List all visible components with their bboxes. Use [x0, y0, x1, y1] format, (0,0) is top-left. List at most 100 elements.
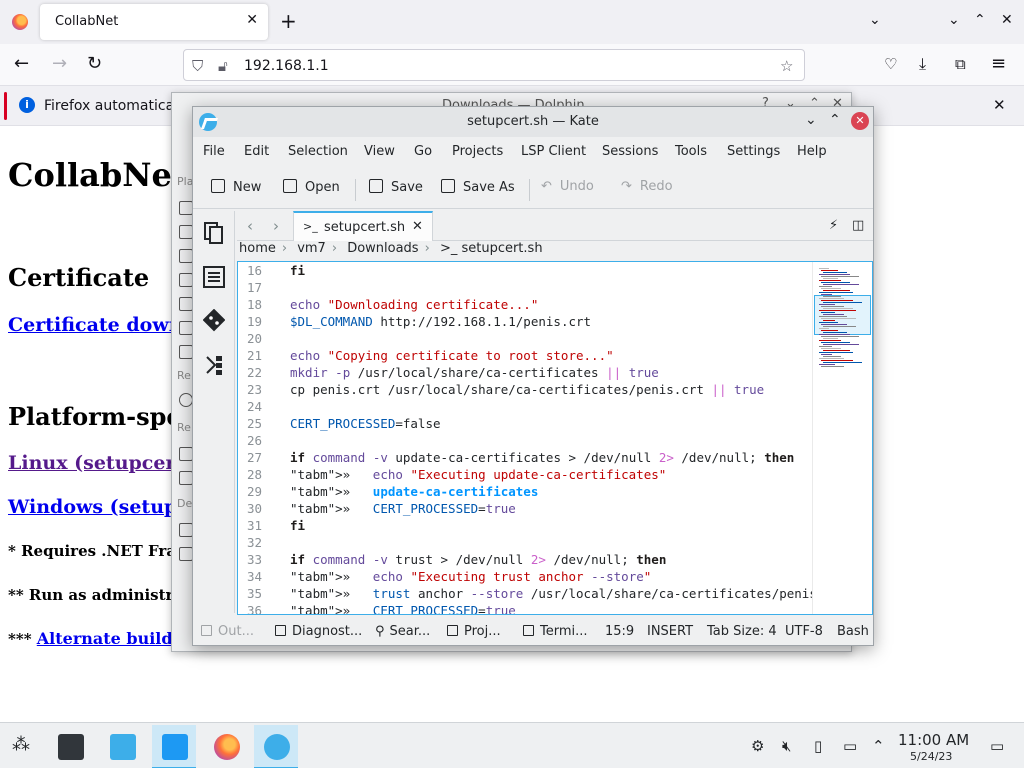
- new-tab-plus-icon[interactable]: +: [280, 10, 297, 32]
- windows-link[interactable]: Windows (setupc: [8, 496, 189, 518]
- pocket-icon[interactable]: ♡: [884, 54, 897, 74]
- save-as-button[interactable]: Save As: [441, 179, 515, 195]
- code-text[interactable]: CERT_PROCESSED=false: [290, 415, 441, 432]
- output-panel-button[interactable]: Out...: [201, 624, 254, 639]
- tray-expand-icon[interactable]: ⌃: [872, 737, 885, 755]
- code-line[interactable]: 25 CERT_PROCESSED=false: [238, 415, 814, 432]
- clipboard-icon[interactable]: ▭: [843, 737, 857, 755]
- code-text[interactable]: if command -v update-ca-certificates > /…: [290, 449, 794, 466]
- downloads-icon[interactable]: [179, 249, 193, 263]
- breadcrumb-downloads[interactable]: Downloads: [347, 241, 418, 256]
- menu-go[interactable]: Go: [414, 144, 432, 159]
- minimap-viewport[interactable]: [814, 295, 871, 335]
- code-line[interactable]: 28 "tabm">» echo "Executing update-ca-cer…: [238, 466, 814, 483]
- chevron-left-icon[interactable]: ‹: [247, 217, 253, 235]
- code-line[interactable]: 17: [238, 279, 814, 296]
- system-settings-task[interactable]: [48, 725, 92, 768]
- dolphin-task[interactable]: [152, 725, 196, 768]
- kate-task[interactable]: [254, 725, 298, 768]
- linux-link[interactable]: Linux (setupcert.: [8, 452, 191, 474]
- code-text[interactable]: echo "Downloading certificate...": [290, 296, 538, 313]
- breadcrumb-vm7[interactable]: vm7: [297, 241, 326, 256]
- code-editor[interactable]: 16 fi 17 18 echo "Downloading certificate...…: [237, 261, 873, 615]
- diagnostics-panel-button[interactable]: Diagnost...: [275, 624, 362, 639]
- menu-lsp-client[interactable]: LSP Client: [521, 144, 586, 159]
- search-panel-button[interactable]: ⚲ Sear...: [375, 624, 430, 639]
- trash-icon[interactable]: [179, 345, 193, 359]
- network-icon[interactable]: [179, 393, 193, 407]
- code-text[interactable]: $DL_COMMAND http://192.168.1.1/penis.crt: [290, 313, 591, 330]
- downloads-icon[interactable]: ⤓: [919, 54, 926, 74]
- clock-date[interactable]: 5/24/23: [910, 750, 952, 763]
- save-button[interactable]: Save: [369, 179, 423, 195]
- recent-files-icon[interactable]: [179, 447, 193, 461]
- code-text[interactable]: fi: [290, 517, 305, 534]
- code-text[interactable]: if command -v trust > /dev/null 2> /dev/…: [290, 551, 666, 568]
- cursor-position[interactable]: 15:9: [605, 624, 634, 639]
- code-text[interactable]: cp penis.crt /usr/local/share/ca-certifi…: [290, 381, 764, 398]
- code-line[interactable]: 21 echo "Copying certificate to root stor…: [238, 347, 814, 364]
- device-icon[interactable]: [179, 523, 193, 537]
- extensions-icon[interactable]: ⧉: [955, 54, 966, 74]
- menu-help[interactable]: Help: [797, 144, 827, 159]
- input-mode[interactable]: INSERT: [647, 624, 693, 639]
- code-line[interactable]: 26: [238, 432, 814, 449]
- encoding[interactable]: UTF-8: [785, 624, 823, 639]
- videos-icon[interactable]: [179, 321, 193, 335]
- menu-edit[interactable]: Edit: [244, 144, 269, 159]
- lock-insecure-icon[interactable]: 🔓︎: [218, 57, 228, 75]
- menu-view[interactable]: View: [364, 144, 395, 159]
- bookmark-star-icon[interactable]: ☆: [780, 57, 793, 75]
- menu-hamburger-icon[interactable]: ≡: [991, 54, 1006, 74]
- code-line[interactable]: 33 if command -v trust > /dev/null 2> /de…: [238, 551, 814, 568]
- close-icon[interactable]: ✕: [851, 112, 869, 130]
- back-arrow-icon[interactable]: ←: [14, 54, 29, 74]
- url-bar[interactable]: ⛉ 🔓︎ 192.168.1.1 ☆: [183, 49, 805, 81]
- menu-projects[interactable]: Projects: [452, 144, 503, 159]
- chevron-right-icon[interactable]: ›: [273, 217, 279, 235]
- code-line[interactable]: 27 if command -v update-ca-certificates >…: [238, 449, 814, 466]
- code-text[interactable]: "tabm">» trust anchor --store /usr/local…: [290, 585, 847, 602]
- window-minimize-icon[interactable]: ⌄: [948, 12, 960, 28]
- close-icon[interactable]: ✕: [246, 12, 258, 28]
- maximize-icon[interactable]: ⌃: [829, 112, 841, 128]
- code-line[interactable]: 34 "tabm">» echo "Executing trust anchor …: [238, 568, 814, 585]
- reload-icon[interactable]: ↻: [87, 54, 102, 74]
- menu-sessions[interactable]: Sessions: [602, 144, 658, 159]
- recent-locations-icon[interactable]: [179, 471, 193, 485]
- new-button[interactable]: New: [211, 179, 261, 195]
- code-line[interactable]: 20: [238, 330, 814, 347]
- undo-button[interactable]: ↶ Undo: [541, 179, 594, 194]
- breadcrumb-home[interactable]: home: [239, 241, 276, 256]
- desktop-icon[interactable]: [179, 225, 193, 239]
- volume-muted-icon[interactable]: 🔇︎: [782, 737, 791, 755]
- code-line[interactable]: 16 fi: [238, 262, 814, 279]
- code-line[interactable]: 30 "tabm">» CERT_PROCESSED=true: [238, 500, 814, 517]
- code-text[interactable]: fi: [290, 262, 305, 279]
- git-icon[interactable]: [203, 309, 225, 333]
- discover-task[interactable]: [100, 725, 144, 768]
- network-manager-icon[interactable]: ⚙: [751, 737, 764, 755]
- code-line[interactable]: 32: [238, 534, 814, 551]
- code-text[interactable]: echo "Copying certificate to root store.…: [290, 347, 614, 364]
- minimize-icon[interactable]: ⌄: [805, 112, 817, 128]
- window-close-icon[interactable]: ✕: [1001, 12, 1013, 28]
- close-icon[interactable]: ✕: [412, 219, 423, 234]
- project-tree-icon[interactable]: [203, 353, 225, 377]
- window-maximize-icon[interactable]: ⌃: [974, 12, 986, 28]
- code-line[interactable]: 31 fi: [238, 517, 814, 534]
- list-tabs-chevron-icon[interactable]: ⌄: [869, 12, 881, 28]
- tab-size[interactable]: Tab Size: 4: [707, 624, 777, 639]
- code-line[interactable]: 23 cp penis.crt /usr/local/share/ca-certi…: [238, 381, 814, 398]
- certificate-download-link[interactable]: Certificate downl: [8, 314, 190, 336]
- kate-window[interactable]: setupcert.sh — Kate ⌄ ⌃ ✕ File Edit Sele…: [192, 106, 874, 646]
- code-line[interactable]: 19 $DL_COMMAND http://192.168.1.1/penis.c…: [238, 313, 814, 330]
- syntax-mode[interactable]: Bash: [837, 624, 869, 639]
- kate-titlebar[interactable]: setupcert.sh — Kate ⌄ ⌃ ✕: [193, 107, 873, 137]
- code-line[interactable]: 22 mkdir -p /usr/local/share/ca-certifica…: [238, 364, 814, 381]
- code-line[interactable]: 24: [238, 398, 814, 415]
- menu-selection[interactable]: Selection: [288, 144, 348, 159]
- terminal-panel-button[interactable]: Termi...: [523, 624, 588, 639]
- code-line[interactable]: 29 "tabm">» update-ca-certificates: [238, 483, 814, 500]
- app-launcher-icon[interactable]: ⁂: [12, 734, 30, 755]
